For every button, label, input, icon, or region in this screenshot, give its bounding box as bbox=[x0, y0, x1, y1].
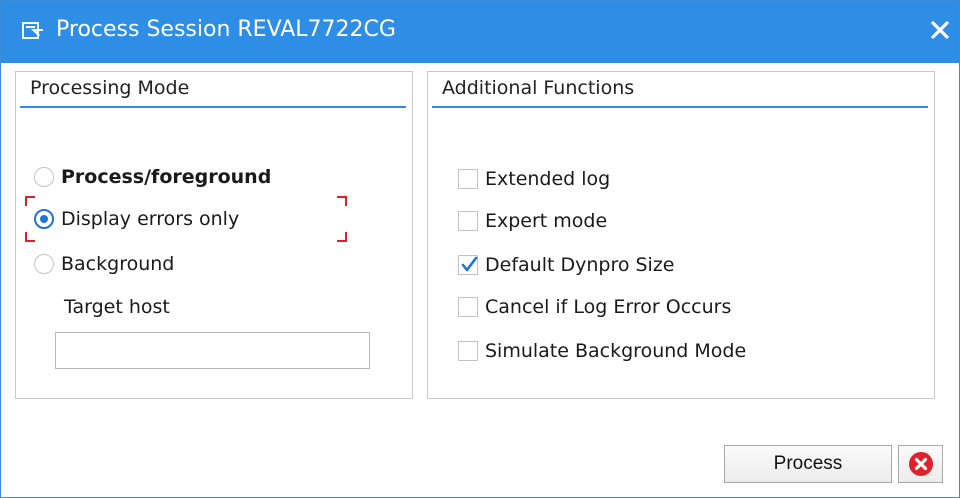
checkbox-default-dynpro-size[interactable]: Default Dynpro Size bbox=[458, 252, 758, 282]
checkbox[interactable] bbox=[458, 169, 478, 189]
checkbox-simulate-background[interactable]: Simulate Background Mode bbox=[458, 338, 788, 368]
checkbox-cancel-if-log-error[interactable]: Cancel if Log Error Occurs bbox=[458, 294, 788, 324]
title-bar: Process Session REVAL7722CG bbox=[1, 1, 959, 63]
checkbox-expert-mode[interactable]: Expert mode bbox=[458, 208, 758, 238]
checkbox-label: Simulate Background Mode bbox=[485, 340, 747, 362]
checkbox-checked[interactable] bbox=[458, 255, 478, 275]
checkmark-icon bbox=[461, 256, 478, 272]
checkbox-label: Default Dynpro Size bbox=[485, 254, 675, 276]
checkbox-extended-log[interactable]: Extended log bbox=[458, 166, 758, 196]
radio-button[interactable] bbox=[34, 254, 54, 274]
processing-mode-title: Processing Mode bbox=[30, 77, 190, 99]
close-icon[interactable] bbox=[929, 19, 951, 41]
checkbox[interactable] bbox=[458, 341, 478, 361]
focus-marker bbox=[337, 196, 347, 206]
target-host-label: Target host bbox=[64, 296, 170, 318]
checkbox-label: Extended log bbox=[485, 168, 611, 190]
target-host-input[interactable] bbox=[55, 332, 370, 369]
radio-button-selected[interactable] bbox=[34, 209, 54, 229]
radio-background[interactable]: Background bbox=[34, 251, 294, 281]
radio-label: Display errors only bbox=[61, 208, 240, 230]
focus-marker bbox=[25, 196, 35, 206]
additional-functions-header: Additional Functions bbox=[432, 72, 928, 108]
cancel-button[interactable] bbox=[898, 445, 943, 483]
checkbox-label: Cancel if Log Error Occurs bbox=[485, 296, 732, 318]
checkbox[interactable] bbox=[458, 297, 478, 317]
focus-marker bbox=[337, 232, 347, 242]
focus-marker bbox=[25, 232, 35, 242]
radio-button[interactable] bbox=[34, 167, 54, 187]
radio-label: Process/foreground bbox=[61, 166, 272, 188]
processing-mode-header: Processing Mode bbox=[20, 72, 406, 108]
checkbox[interactable] bbox=[458, 211, 478, 231]
additional-functions-title: Additional Functions bbox=[442, 77, 635, 99]
dialog-title: Process Session REVAL7722CG bbox=[56, 17, 396, 42]
process-button[interactable]: Process bbox=[724, 445, 892, 483]
radio-process-foreground[interactable]: Process/foreground bbox=[34, 164, 294, 194]
cancel-icon bbox=[908, 452, 933, 476]
session-icon bbox=[22, 22, 44, 40]
checkbox-label: Expert mode bbox=[485, 210, 608, 232]
process-session-dialog: Process Session REVAL7722CG Processing M… bbox=[0, 0, 960, 498]
radio-display-errors-only[interactable]: Display errors only bbox=[34, 206, 294, 236]
radio-label: Background bbox=[61, 253, 175, 275]
